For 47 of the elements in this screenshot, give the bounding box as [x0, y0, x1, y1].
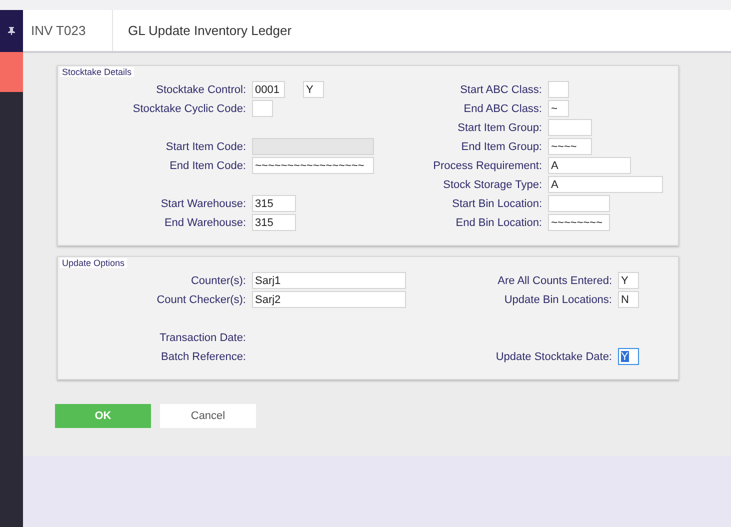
- input-field[interactable]: [548, 81, 569, 98]
- field-label: Transaction Date:: [158, 332, 246, 344]
- field-label: Update Bin Locations:: [503, 294, 612, 306]
- input-field[interactable]: [548, 119, 592, 136]
- panel-title: Stocktake Details: [60, 67, 134, 77]
- input-field[interactable]: Y: [618, 272, 639, 289]
- input-field[interactable]: ~~~~~~~~~~~~~~~~~: [252, 157, 374, 174]
- field-label: Start Item Group:: [456, 122, 542, 134]
- sidebar-item[interactable]: [0, 52, 23, 92]
- input-field[interactable]: 0001: [252, 81, 285, 98]
- field-label: End Warehouse:: [163, 216, 246, 228]
- input-field[interactable]: Sarj1: [252, 272, 406, 289]
- input-field[interactable]: Y: [618, 348, 639, 365]
- field-label: End Item Group:: [460, 140, 542, 152]
- field-label: Count Checker(s):: [156, 294, 246, 306]
- field-label: Start Bin Location:: [451, 198, 542, 210]
- input-field[interactable]: A: [548, 157, 631, 174]
- cancel-button[interactable]: Cancel: [160, 404, 256, 428]
- input-field[interactable]: Y: [303, 81, 324, 98]
- field-label: Stocktake Control:: [155, 84, 246, 96]
- field-label: Update Stocktake Date:: [494, 350, 612, 362]
- field-label: Start Warehouse:: [160, 198, 246, 210]
- input-field[interactable]: Sarj2: [252, 291, 406, 308]
- input-field[interactable]: 315: [252, 195, 296, 212]
- field-label: End Bin Location:: [454, 216, 542, 228]
- panel-title: Update Options: [60, 258, 127, 268]
- field-label: Start ABC Class:: [459, 84, 542, 96]
- program-code: INV T023: [23, 10, 113, 51]
- field-label: Counter(s):: [190, 274, 246, 286]
- field-label: End ABC Class:: [462, 102, 542, 114]
- input-field[interactable]: 315: [252, 214, 296, 231]
- input-field[interactable]: ~~~~~~~~: [548, 214, 610, 231]
- input-field[interactable]: [548, 195, 610, 212]
- pin-icon[interactable]: [8, 27, 15, 35]
- input-field[interactable]: A: [548, 176, 663, 193]
- input-field[interactable]: ~: [548, 100, 569, 117]
- input-field[interactable]: N: [618, 291, 639, 308]
- field-label: Stocktake Cyclic Code:: [132, 102, 246, 114]
- field-label: Are All Counts Entered:: [496, 274, 612, 286]
- page-title: GL Update Inventory Ledger: [127, 23, 292, 38]
- field-label: Batch Reference:: [160, 350, 246, 362]
- input-field[interactable]: [252, 100, 273, 117]
- field-label: Process Requirement:: [432, 160, 542, 172]
- field-label: End Item Code:: [168, 160, 246, 172]
- input-field[interactable]: ~~~~: [548, 138, 592, 155]
- field-label: Stock Storage Type:: [442, 178, 542, 190]
- field-label: Start Item Code:: [164, 140, 246, 152]
